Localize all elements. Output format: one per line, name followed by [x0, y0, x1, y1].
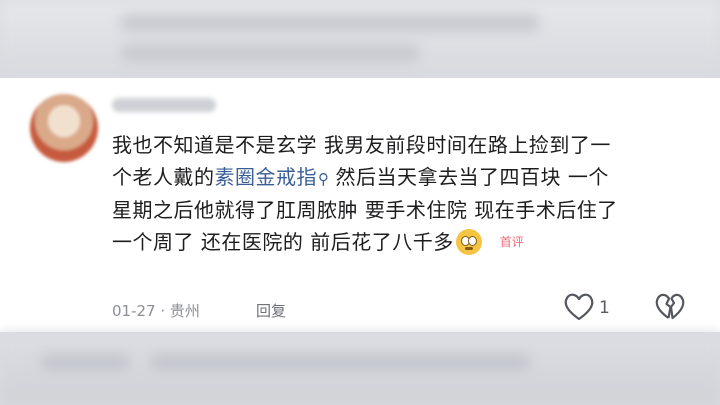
- blurred-next-comment: [0, 332, 720, 405]
- broken-heart-icon[interactable]: [654, 292, 686, 322]
- comment-line: 一个周了 还在医院的 前后花了八千多 首评: [112, 227, 700, 259]
- meta-separator: ·: [160, 302, 170, 320]
- comment-line: 我也不知道是不是玄学 我男友前段时间在路上捡到了一: [112, 133, 611, 157]
- search-icon[interactable]: ⚲: [318, 170, 330, 188]
- comment-meta: 01-27 · 贵州: [112, 300, 200, 321]
- comment-text: 我也不知道是不是玄学 我男友前段时间在路上捡到了一 个老人戴的素圈金戒指⚲ 然后当…: [112, 130, 700, 258]
- like-count: 1: [599, 298, 610, 318]
- username[interactable]: [112, 98, 216, 112]
- first-comment-badge: 首评: [499, 234, 524, 249]
- comment-line: 个老人戴的素圈金戒指⚲ 然后当天拿去当了四百块 一个: [112, 164, 609, 189]
- reply-button[interactable]: 回复: [256, 300, 286, 321]
- product-link[interactable]: 素圈金戒指: [215, 165, 318, 189]
- rolling-eyes-emoji-icon: [455, 228, 482, 255]
- blurred-text-line: [120, 44, 420, 62]
- avatar[interactable]: [30, 94, 98, 162]
- heart-outline-icon[interactable]: [562, 292, 596, 322]
- comment-date: 01-27: [112, 302, 156, 320]
- comment-location: 贵州: [169, 302, 200, 320]
- blurred-text-line: [150, 354, 530, 370]
- blurred-previous-comment: [0, 0, 720, 78]
- blurred-text-line: [40, 354, 130, 370]
- comment-line: 星期之后他就得了肛周脓肿 要手术住院 现在手术后住了: [112, 198, 618, 222]
- blurred-text-line: [120, 14, 540, 32]
- comment-card: 我也不知道是不是玄学 我男友前段时间在路上捡到了一 个老人戴的素圈金戒指⚲ 然后当…: [0, 78, 720, 332]
